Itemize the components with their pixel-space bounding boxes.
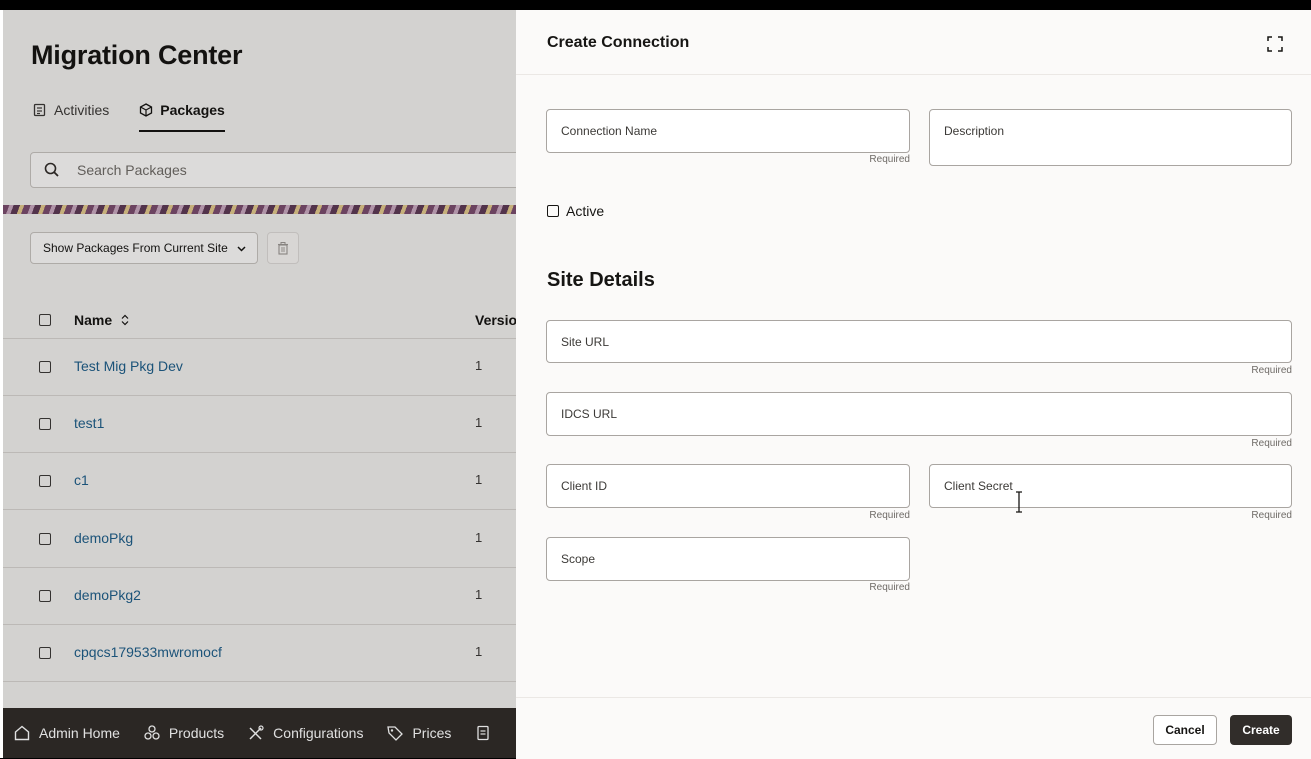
chevron-down-icon [237, 245, 246, 252]
price-tag-icon [387, 726, 404, 741]
package-name-link[interactable]: c1 [74, 472, 89, 488]
search-input[interactable] [75, 161, 479, 179]
text-cursor-icon [1016, 491, 1022, 513]
active-checkbox[interactable]: Active [547, 203, 604, 219]
column-name-label: Name [74, 312, 113, 328]
nav-prices-label: Prices [412, 725, 452, 741]
drawer-header: Create Connection [516, 10, 1311, 75]
active-checkbox-box [547, 205, 559, 217]
table-row: test1 1 [3, 395, 516, 453]
package-version: 1 [475, 472, 483, 487]
trash-icon [278, 242, 288, 255]
package-name-link[interactable]: demoPkg [74, 530, 133, 546]
create-connection-drawer: Create Connection Connection Name Requir… [516, 10, 1311, 759]
client-id-required: Required [869, 510, 910, 521]
nav-admin-home[interactable]: Admin Home [3, 724, 133, 742]
page-tabs: Activities Packages [33, 96, 255, 132]
column-version: Version [475, 312, 516, 328]
search-bar [30, 152, 516, 188]
row-checkbox[interactable] [39, 647, 51, 659]
row-checkbox[interactable] [39, 418, 51, 430]
nav-more[interactable] [464, 724, 505, 742]
expand-icon[interactable] [1267, 36, 1283, 52]
client-secret-field[interactable]: Client Secret [929, 464, 1292, 508]
connection-name-label: Connection Name [561, 124, 658, 138]
table-row: c1 1 [3, 452, 516, 510]
nav-prices[interactable]: Prices [376, 724, 464, 742]
cancel-button[interactable]: Cancel [1153, 715, 1217, 745]
client-id-field[interactable]: Client ID [546, 464, 910, 508]
package-version: 1 [475, 415, 483, 430]
idcs-url-field[interactable]: IDCS URL [546, 392, 1292, 436]
scope-label: Scope [561, 552, 596, 566]
search-icon [44, 162, 59, 177]
description-label: Description [944, 124, 1005, 138]
package-name-link[interactable]: demoPkg2 [74, 587, 141, 603]
tab-packages[interactable]: Packages [139, 96, 225, 132]
package-name-link[interactable]: Test Mig Pkg Dev [74, 358, 183, 374]
site-url-required: Required [1251, 365, 1292, 376]
drawer-footer: Cancel Create [516, 697, 1311, 759]
row-checkbox[interactable] [39, 475, 51, 487]
package-name-link[interactable]: cpqcs179533mwromocf [74, 644, 222, 660]
active-label: Active [566, 203, 605, 219]
client-id-label: Client ID [561, 479, 608, 493]
package-name-link[interactable]: test1 [74, 415, 104, 431]
sort-icon [121, 314, 129, 326]
idcs-url-label: IDCS URL [561, 407, 618, 421]
site-url-field[interactable]: Site URL [546, 320, 1292, 363]
package-version: 1 [475, 358, 483, 373]
select-all-checkbox[interactable] [39, 314, 51, 326]
package-version: 1 [475, 644, 483, 659]
nav-configurations-label: Configurations [273, 725, 364, 741]
nav-products-label: Products [168, 725, 225, 741]
activities-icon [33, 103, 46, 117]
site-details-heading: Site Details [547, 269, 655, 291]
connection-name-field[interactable]: Connection Name [546, 109, 910, 153]
package-filter-dropdown[interactable]: Show Packages From Current Site [30, 232, 258, 264]
nav-products[interactable]: Products [133, 724, 237, 742]
site-url-label: Site URL [561, 335, 610, 349]
package-version: 1 [475, 587, 483, 602]
table-row: demoPkg2 1 [3, 567, 516, 625]
package-version: 1 [475, 530, 483, 545]
tab-activities-label: Activities [54, 102, 110, 118]
table-row: Test Mig Pkg Dev 1 [3, 338, 516, 396]
client-secret-label: Client Secret [944, 479, 1013, 493]
bottom-navigation: Admin Home Products Configurations Price… [3, 708, 516, 758]
nav-configurations[interactable]: Configurations [237, 724, 376, 742]
connection-name-required: Required [869, 154, 910, 165]
scope-field[interactable]: Scope [546, 537, 910, 581]
document-icon [477, 725, 490, 741]
products-icon [144, 725, 160, 740]
row-checkbox[interactable] [39, 533, 51, 545]
decorative-banner [3, 205, 516, 214]
create-button[interactable]: Create [1230, 715, 1292, 745]
scope-required: Required [869, 582, 910, 593]
tab-activities[interactable]: Activities [33, 96, 109, 130]
table-row: demoPkg 1 [3, 510, 516, 568]
table-row: cpqcs179533mwromocf 1 [3, 624, 516, 682]
client-secret-required: Required [1251, 510, 1292, 521]
top-bar [0, 0, 1311, 10]
delete-button[interactable] [267, 232, 299, 264]
package-icon [140, 103, 153, 117]
drawer-title: Create Connection [547, 34, 690, 51]
tab-packages-label: Packages [160, 102, 225, 118]
tools-icon [249, 725, 264, 740]
page-title: Migration Center [31, 40, 243, 70]
description-field[interactable]: Description [929, 109, 1292, 166]
filter-selected-value: Show Packages From Current Site [43, 241, 228, 255]
screen: Migration Center Activities Packages Sho… [0, 0, 1311, 759]
column-name[interactable]: Name [74, 312, 130, 328]
idcs-url-required: Required [1251, 438, 1292, 449]
nav-admin-home-label: Admin Home [39, 725, 120, 741]
row-checkbox[interactable] [39, 590, 51, 602]
row-checkbox[interactable] [39, 361, 51, 373]
table-header: Name Version [3, 300, 516, 339]
migration-center-page: Migration Center Activities Packages Sho… [3, 10, 516, 758]
home-icon [14, 725, 30, 741]
